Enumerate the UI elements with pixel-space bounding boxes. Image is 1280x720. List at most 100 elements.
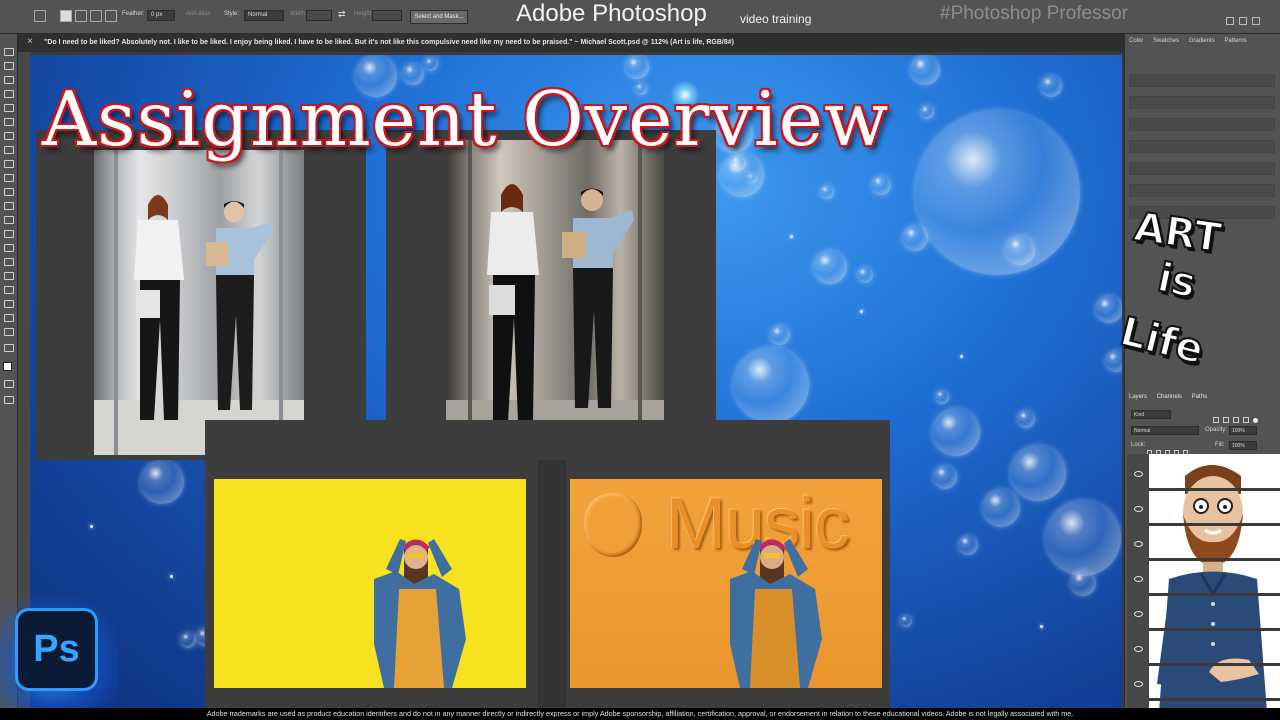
marquee-tool-icon[interactable]: [4, 62, 14, 70]
layer-row-divider: [1149, 628, 1280, 631]
hand-tool-icon[interactable]: [4, 314, 14, 322]
visibility-eye-icon[interactable]: [1134, 471, 1143, 477]
feather-input[interactable]: 0 px: [147, 10, 175, 21]
visibility-eye-icon[interactable]: [1134, 611, 1143, 617]
assignment-overview-heading: Assignment Overview: [42, 75, 890, 163]
bubble: [902, 225, 928, 251]
adjustment-row[interactable]: [1129, 140, 1275, 153]
orange-wall-photo[interactable]: Music: [570, 479, 882, 688]
screen-mode-icon[interactable]: [4, 396, 14, 404]
width-input[interactable]: [306, 10, 332, 21]
healing-brush-icon[interactable]: [4, 146, 14, 154]
presenter-avatar: [1149, 454, 1280, 712]
quick-select-tool-icon[interactable]: [4, 90, 14, 98]
document-canvas[interactable]: Music Assignment Overview: [30, 55, 1122, 713]
tab-gradients[interactable]: Gradients: [1189, 38, 1215, 44]
crop-tool-icon[interactable]: [4, 104, 14, 112]
visibility-eye-icon[interactable]: [1134, 681, 1143, 687]
quick-mask-icon[interactable]: [4, 380, 14, 388]
edit-toolbar-icon[interactable]: [4, 344, 14, 352]
search-icon[interactable]: [1226, 17, 1234, 25]
type-tool-icon[interactable]: [4, 272, 14, 280]
tab-color[interactable]: Color: [1129, 38, 1143, 44]
visibility-eye-icon[interactable]: [1134, 506, 1143, 512]
feather-label: Feather:: [122, 11, 145, 17]
filter-kind-select[interactable]: Kind: [1131, 410, 1171, 419]
blend-mode-select[interactable]: Normal: [1131, 426, 1199, 435]
history-brush-icon[interactable]: [4, 188, 14, 196]
bubble: [857, 267, 873, 283]
photoshop-window: Feather: 0 px Anti-alias Style: Normal W…: [0, 0, 1280, 720]
lock-icons[interactable]: [1147, 442, 1207, 455]
brush-tool-icon[interactable]: [4, 160, 14, 168]
blur-tool-icon[interactable]: [4, 230, 14, 238]
opacity-input[interactable]: 100%: [1229, 426, 1257, 435]
bubble: [915, 110, 1080, 275]
clone-stamp-icon[interactable]: [4, 174, 14, 182]
bubble: [813, 250, 847, 284]
adjustment-row[interactable]: [1129, 96, 1275, 109]
visibility-eye-icon[interactable]: [1134, 646, 1143, 652]
visibility-eye-icon[interactable]: [1134, 541, 1143, 547]
lasso-tool-icon[interactable]: [4, 76, 14, 84]
elevator-couple-illustration: [446, 140, 664, 455]
share-icon[interactable]: [1252, 17, 1260, 25]
trademark-disclaimer: Adobe trademarks are used as product edu…: [0, 708, 1280, 720]
options-bar: Feather: 0 px Anti-alias Style: Normal W…: [0, 0, 1280, 34]
workspace-icons: [1226, 12, 1276, 25]
ps-logo-text: Ps: [33, 628, 80, 670]
layer-filter-icons[interactable]: [1213, 410, 1273, 423]
adjustment-row[interactable]: [1129, 118, 1275, 131]
anti-alias-checkbox[interactable]: Anti-alias: [186, 11, 211, 17]
layer-row-divider: [1149, 698, 1280, 701]
panel-divider: [538, 460, 566, 713]
zoom-tool-icon[interactable]: [4, 328, 14, 336]
eyedropper-tool-icon[interactable]: [4, 132, 14, 140]
tab-layers[interactable]: Layers: [1129, 394, 1147, 400]
workspace-icon[interactable]: [1239, 17, 1247, 25]
add-selection-icon[interactable]: [75, 10, 87, 22]
adjustment-row[interactable]: [1129, 162, 1275, 175]
layer-row-divider: [1149, 488, 1280, 491]
frame-tool-icon[interactable]: [4, 118, 14, 126]
intersect-selection-icon[interactable]: [105, 10, 117, 22]
shape-tool-icon[interactable]: [4, 300, 14, 308]
fill-label: Fill:: [1215, 442, 1225, 448]
foreground-color-swatch[interactable]: [3, 362, 12, 371]
adjustment-row[interactable]: [1129, 74, 1275, 87]
close-tab-icon[interactable]: ×: [27, 36, 33, 47]
visibility-eye-icon[interactable]: [1134, 576, 1143, 582]
new-selection-icon[interactable]: [60, 10, 72, 22]
tab-paths[interactable]: Paths: [1192, 394, 1207, 400]
tab-channels[interactable]: Channels: [1157, 394, 1182, 400]
gradient-tool-icon[interactable]: [4, 216, 14, 224]
sparkle: [790, 235, 793, 238]
tab-patterns[interactable]: Patterns: [1224, 38, 1246, 44]
bubble: [1095, 295, 1122, 323]
path-select-icon[interactable]: [4, 286, 14, 294]
fill-input[interactable]: 100%: [1229, 441, 1257, 450]
select-and-mask-button[interactable]: Select and Mask...: [410, 10, 468, 24]
style-label: Style:: [224, 11, 240, 17]
tab-swatches[interactable]: Swatches: [1153, 38, 1179, 44]
layers-list[interactable]: [1127, 454, 1280, 712]
subtract-selection-icon[interactable]: [90, 10, 102, 22]
after-elevator-photo[interactable]: [446, 140, 664, 455]
bubble: [1010, 445, 1066, 501]
adjustment-row[interactable]: [1129, 184, 1275, 197]
move-tool-icon[interactable]: [4, 48, 14, 56]
height-input[interactable]: [372, 10, 402, 21]
document-tab-title[interactable]: "Do I need to be liked? Absolutely not. …: [44, 39, 734, 46]
style-select[interactable]: Normal: [244, 10, 284, 21]
eraser-tool-icon[interactable]: [4, 202, 14, 210]
yellow-wall-photo[interactable]: [214, 479, 526, 688]
before-elevator-photo[interactable]: [94, 150, 304, 455]
pen-tool-icon[interactable]: [4, 258, 14, 266]
bearded-man-cartoon: [1157, 465, 1267, 712]
swap-icon[interactable]: ⇄: [338, 9, 346, 20]
bubble: [820, 185, 834, 199]
marquee-tool-icon[interactable]: [34, 10, 46, 22]
dodge-tool-icon[interactable]: [4, 244, 14, 252]
sparkle: [1040, 625, 1043, 628]
color-panel-tabs: Color Swatches Gradients Patterns: [1129, 38, 1255, 50]
